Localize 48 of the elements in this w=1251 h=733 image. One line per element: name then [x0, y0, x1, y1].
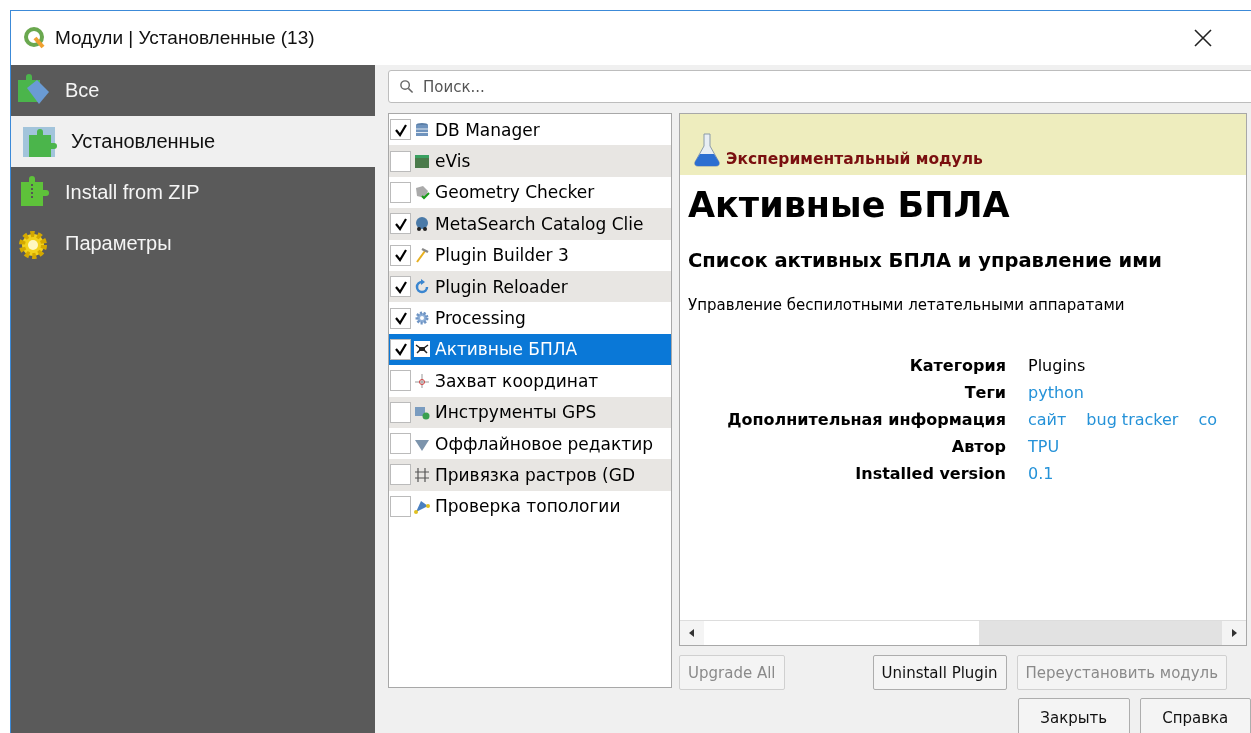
plugin-subtitle: Список активных БПЛА и управление ими — [688, 249, 1163, 272]
plugin-list-item[interactable]: Plugin Reloader — [389, 270, 671, 303]
field-value: Plugins — [1028, 356, 1086, 375]
plugin-name: MetaSearch Catalog Clie — [435, 213, 644, 234]
banner-text: Экспериментальный модуль — [726, 150, 983, 168]
plugin-list-item[interactable]: eVis — [389, 145, 671, 177]
field-label: Категория — [908, 356, 1006, 375]
link[interactable]: TPU — [1028, 437, 1060, 456]
plugin-name: Активные БПЛА — [435, 339, 578, 360]
action-button[interactable]: Uninstall Plugin — [872, 655, 1007, 690]
plugin-list-item[interactable]: Plugin Builder 3 — [389, 239, 671, 271]
plugin-list-item[interactable]: Geometry Checker — [389, 176, 671, 209]
window-title: Модули | Установленные (13) — [55, 27, 315, 49]
field-label: Автор — [950, 437, 1006, 456]
plugin-name: eVis — [435, 151, 471, 172]
link[interactable]: co — [1198, 410, 1218, 429]
field-label: Теги — [963, 383, 1006, 402]
plugin-name: Инструменты GPS — [435, 402, 597, 423]
sidebar-item[interactable]: Установленные — [11, 116, 375, 167]
plugin-list-item[interactable]: Активные БПЛА — [389, 333, 671, 366]
plugin-name: Захват координат — [435, 370, 599, 391]
plugin-name: Привязка растров (GD — [435, 465, 635, 485]
plugin-list-item[interactable]: Инструменты GPS — [389, 396, 671, 428]
plugin-name: Geometry Checker — [435, 182, 595, 203]
plugin-name: Проверка топологии — [435, 496, 621, 517]
plugin-name: Processing — [435, 308, 526, 329]
plugin-list-item[interactable]: Привязка растров (GD — [389, 459, 671, 491]
plugin-name: DB Manager — [435, 119, 540, 140]
link[interactable]: python — [1028, 383, 1084, 402]
plugin-title: Активные БПЛА — [688, 185, 1011, 225]
field-label: Дополнительная информация — [726, 410, 1006, 429]
plugin-name: Plugin Reloader — [435, 276, 568, 297]
plugin-list-item[interactable]: Processing — [389, 302, 671, 334]
field-label: Installed version — [854, 464, 1006, 483]
dialog-button[interactable]: Закрыть — [1018, 698, 1130, 733]
plugin-list-item[interactable]: Захват координат — [389, 365, 671, 397]
plugin-description: Управление беспилотными летательными аппаратами — [688, 296, 1126, 314]
plugin-name: Plugin Builder 3 — [435, 245, 569, 266]
plugin-list-item[interactable]: Оффлайновое редактир — [389, 427, 671, 460]
dialog-button[interactable]: Справка — [1139, 698, 1251, 733]
plugin-list-item[interactable]: DB Manager — [389, 114, 671, 146]
sidebar-item[interactable]: Параметры — [11, 218, 375, 269]
plugin-name: Оффлайновое редактир — [435, 433, 653, 454]
plugin-list-item[interactable]: MetaSearch Catalog Clie — [389, 208, 671, 240]
sidebar-item[interactable]: Install from ZIP — [11, 167, 375, 218]
sidebar-item[interactable]: Все — [11, 65, 375, 116]
plugin-list-item[interactable]: Проверка топологии — [389, 490, 671, 523]
search-field[interactable]: Поиск... — [388, 70, 1251, 103]
